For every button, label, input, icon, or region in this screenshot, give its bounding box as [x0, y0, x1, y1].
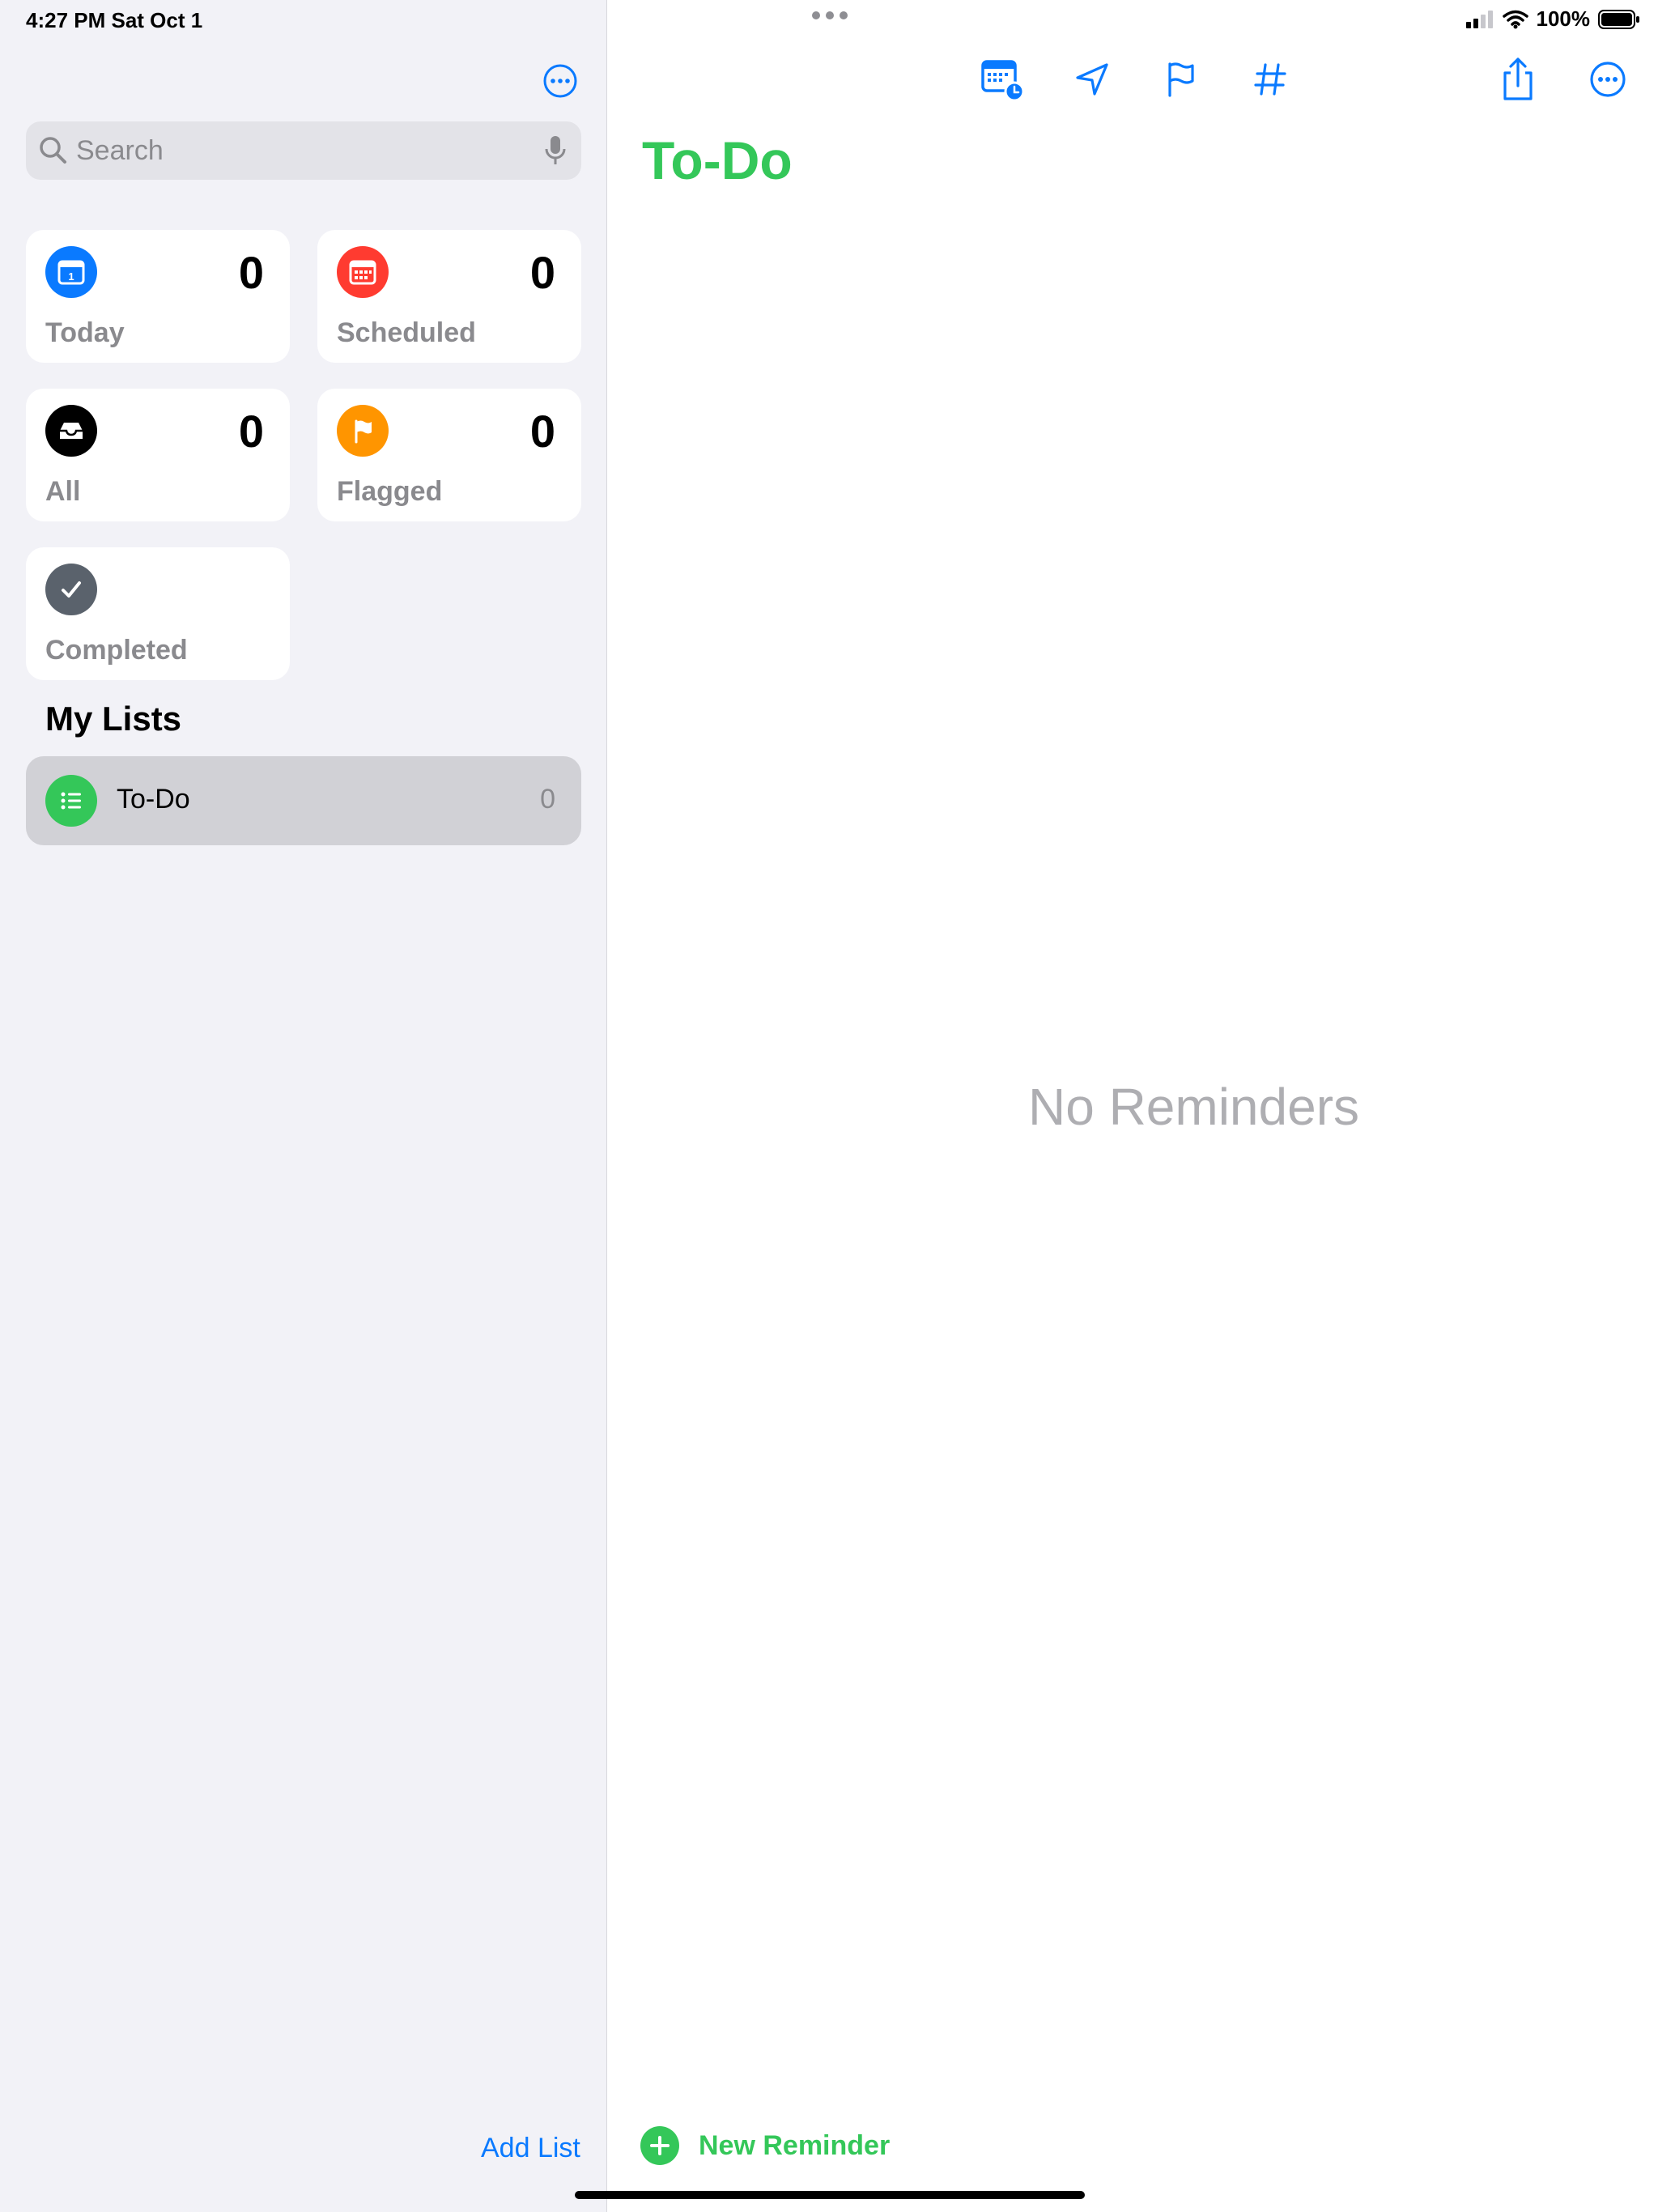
more-circle-icon: [543, 64, 577, 98]
battery-percentage: 100%: [1536, 6, 1591, 31]
more-button[interactable]: [1585, 57, 1630, 102]
microphone-icon[interactable]: [544, 134, 567, 167]
smart-list-completed[interactable]: Completed: [26, 547, 290, 680]
search-bar[interactable]: [26, 121, 581, 180]
tag-button[interactable]: [1248, 57, 1293, 102]
page-title: To-Do: [642, 130, 793, 190]
location-icon: [1076, 63, 1108, 96]
sidebar-more-button[interactable]: [542, 63, 578, 99]
smart-list-label: All: [45, 476, 81, 507]
smart-list-count: 0: [529, 247, 555, 298]
smart-list-label: Today: [45, 317, 125, 348]
share-button[interactable]: [1495, 57, 1541, 102]
location-button[interactable]: [1069, 57, 1115, 102]
hashtag-icon: [1254, 63, 1286, 96]
home-indicator[interactable]: [575, 2191, 1085, 2199]
date-time-button[interactable]: [979, 57, 1024, 102]
search-input[interactable]: [76, 121, 529, 180]
my-lists-title: My Lists: [45, 700, 182, 738]
empty-state-message: No Reminders: [1027, 1078, 1360, 1136]
calendar-icon: [337, 246, 389, 298]
status-right: 100%: [1465, 6, 1641, 32]
new-reminder-button[interactable]: New Reminder: [640, 2126, 890, 2165]
smart-list-count: 0: [238, 247, 264, 298]
list-count: 0: [540, 784, 555, 815]
cellular-signal-icon: [1465, 10, 1493, 28]
more-icon: [1590, 62, 1626, 97]
add-list-button[interactable]: Add List: [481, 2133, 580, 2164]
flag-icon: [337, 405, 389, 457]
flag-button[interactable]: [1158, 57, 1204, 102]
tray-icon: [45, 405, 97, 457]
share-icon: [1503, 57, 1533, 100]
list-item-to-do[interactable]: To-Do 0: [26, 756, 581, 845]
status-bar: 4:27 PM Sat Oct 1 100%: [0, 0, 1658, 39]
list-name: To-Do: [117, 784, 190, 815]
flag-outline-icon: [1168, 62, 1194, 97]
search-icon: [40, 137, 66, 164]
svg-text:1: 1: [68, 270, 74, 283]
smart-list-all[interactable]: 0 All: [26, 389, 290, 521]
screen: 1 0 Today 0 Scheduled: [0, 0, 1658, 2212]
calendar-today-icon: 1: [45, 246, 97, 298]
calendar-clock-icon: [981, 60, 1024, 102]
new-reminder-label: New Reminder: [699, 2129, 891, 2161]
smart-list-label: Completed: [45, 635, 188, 666]
status-time: 4:27 PM Sat Oct 1: [26, 8, 203, 32]
smart-list-count: 0: [529, 406, 555, 457]
smart-list-label: Flagged: [337, 476, 443, 507]
wifi-icon: [1502, 10, 1528, 28]
smart-list-label: Scheduled: [337, 317, 476, 348]
smart-list-flagged[interactable]: 0 Flagged: [317, 389, 581, 521]
checkmark-icon: [45, 564, 97, 615]
plus-circle-icon: [640, 2126, 679, 2165]
smart-list-today[interactable]: 1 0 Today: [26, 230, 290, 363]
multitasking-dots-icon[interactable]: [812, 11, 848, 19]
battery-icon: [1598, 9, 1639, 29]
list-bullet-icon: [45, 775, 97, 827]
smart-list-scheduled[interactable]: 0 Scheduled: [317, 230, 581, 363]
sidebar: 1 0 Today 0 Scheduled: [0, 0, 607, 2212]
smart-list-count: 0: [238, 406, 264, 457]
main-pane: To-Do No Reminders New Reminder: [608, 0, 1658, 2212]
